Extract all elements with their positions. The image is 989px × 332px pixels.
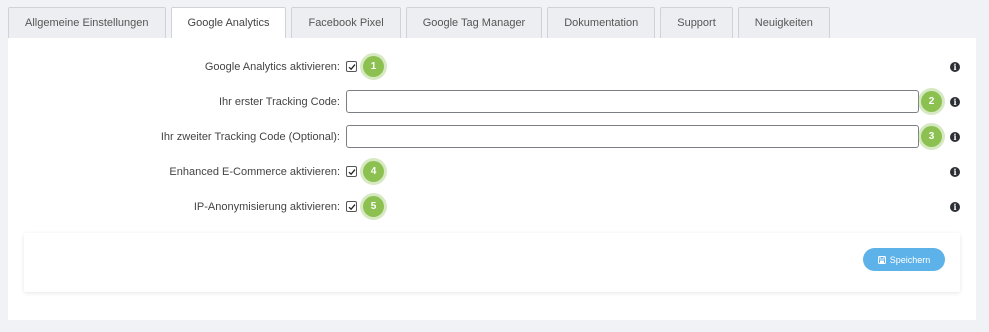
save-button-label: Speichern <box>889 254 931 265</box>
ga-enable-label: Google Analytics aktivieren: <box>204 61 340 73</box>
tab-support[interactable]: Support <box>660 7 733 38</box>
info-icon[interactable]: i <box>950 167 960 177</box>
info-icon[interactable]: i <box>950 202 960 212</box>
tracking-code-2-input[interactable] <box>346 125 919 148</box>
checkmark-icon <box>348 63 355 70</box>
info-icon[interactable]: i <box>950 97 960 107</box>
tab-facebook-pixel[interactable]: Facebook Pixel <box>291 7 401 38</box>
tab-neuigkeiten[interactable]: Neuigkeiten <box>737 7 830 38</box>
ip-anonymize-label: IP-Anonymisierung aktivieren: <box>193 201 340 213</box>
info-icon[interactable]: i <box>950 62 960 72</box>
step-marker-4: 4 <box>363 161 384 182</box>
ip-anonymize-checkbox[interactable] <box>346 201 357 212</box>
save-button[interactable]: Speichern <box>863 248 945 271</box>
tab-dokumentation[interactable]: Dokumentation <box>547 7 656 38</box>
step-marker-2: 2 <box>921 91 942 112</box>
form-row-ga-enable: Google Analytics aktivieren: 1 i <box>8 55 976 79</box>
form-row-ecommerce-enable: Enhanced E-Commerce aktivieren: 4 i <box>8 160 976 184</box>
step-marker-1: 1 <box>363 56 384 77</box>
tab-bar: Allgemeine Einstellungen Google Analytic… <box>8 7 830 39</box>
tab-google-tag-manager[interactable]: Google Tag Manager <box>405 7 543 38</box>
floppy-disk-icon <box>877 255 886 264</box>
settings-panel: Google Analytics aktivieren: 1 i Ihr ers… <box>8 38 976 320</box>
form-row-tracking-code-2: Ihr zweiter Tracking Code (Optional): 3 … <box>8 125 976 149</box>
tab-google-analytics[interactable]: Google Analytics <box>170 7 287 39</box>
form-row-tracking-code-1: Ihr erster Tracking Code: 2 i <box>8 90 976 114</box>
tracking-code-1-label: Ihr erster Tracking Code: <box>218 96 340 108</box>
info-icon[interactable]: i <box>950 132 960 142</box>
tab-allgemeine-einstellungen[interactable]: Allgemeine Einstellungen <box>8 7 166 38</box>
ecommerce-enable-checkbox[interactable] <box>346 166 357 177</box>
save-bar: Speichern <box>24 233 960 292</box>
checkmark-icon <box>348 168 355 175</box>
tracking-code-2-label: Ihr zweiter Tracking Code (Optional): <box>160 131 340 143</box>
tracking-code-1-input[interactable] <box>346 90 919 113</box>
ecommerce-enable-label: Enhanced E-Commerce aktivieren: <box>169 166 340 178</box>
ga-enable-checkbox[interactable] <box>346 61 357 72</box>
step-marker-3: 3 <box>921 126 942 147</box>
checkmark-icon <box>348 203 355 210</box>
form-row-ip-anonymize: IP-Anonymisierung aktivieren: 5 i <box>8 195 976 219</box>
step-marker-5: 5 <box>363 196 384 217</box>
